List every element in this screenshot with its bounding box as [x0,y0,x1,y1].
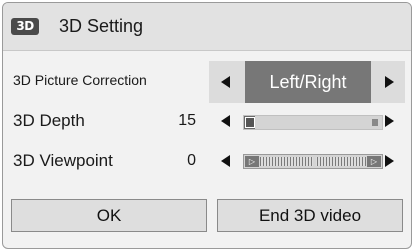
3d-setting-dialog: 3D 3D Setting 3D Picture Correction Left… [2,2,412,249]
depth-slider-handle[interactable] [245,117,255,128]
depth-value: 15 [178,112,196,129]
picture-correction-next-arrow-icon[interactable] [385,76,394,88]
viewpoint-slider[interactable]: ▷ ▷ [243,154,383,169]
depth-decrease-arrow-icon[interactable] [221,115,230,127]
picture-correction-value[interactable]: Left/Right [245,61,371,103]
viewpoint-value: 0 [187,152,196,169]
picture-correction-prev-arrow-icon[interactable] [221,76,230,88]
dialog-title: 3D Setting [59,16,144,36]
depth-increase-arrow-icon[interactable] [385,115,394,127]
ok-button[interactable]: OK [11,199,207,232]
viewpoint-center-marker [313,155,316,168]
3d-logo-icon: 3D [11,18,39,35]
depth-slider-end-marker [372,119,378,126]
viewpoint-left-cap-icon: ▷ [245,156,259,167]
viewpoint-increase-arrow-icon[interactable] [385,155,394,167]
dialog-header: 3D 3D Setting [3,3,411,51]
depth-label: 3D Depth [13,111,85,130]
viewpoint-label: 3D Viewpoint [13,151,113,170]
depth-slider[interactable] [243,115,383,130]
picture-correction-label: 3D Picture Correction [13,72,147,88]
viewpoint-decrease-arrow-icon[interactable] [221,155,230,167]
viewpoint-right-cap-icon: ▷ [367,156,381,167]
end-3d-video-button[interactable]: End 3D video [217,199,403,232]
